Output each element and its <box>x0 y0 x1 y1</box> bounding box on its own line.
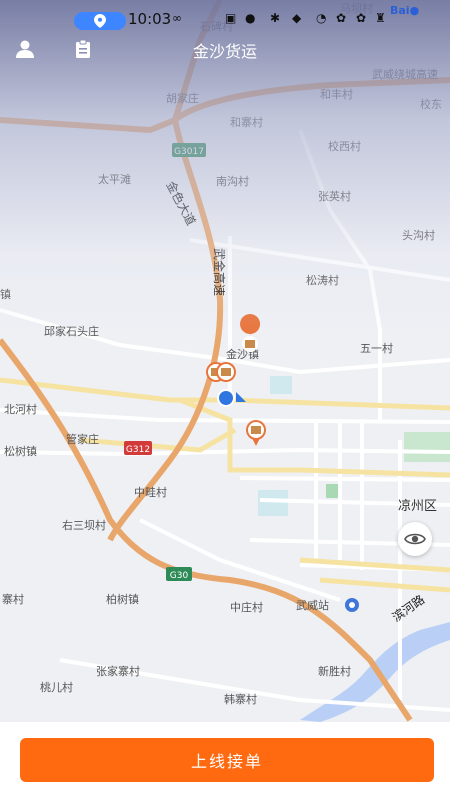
svg-text:头沟村: 头沟村 <box>402 228 435 242</box>
shield-g3017: G3017 <box>172 143 206 157</box>
svg-text:G3017: G3017 <box>174 147 204 157</box>
status-time: 10:03 <box>128 10 172 28</box>
cargo-marker-icon[interactable] <box>216 362 236 382</box>
app-icon: ● <box>245 11 256 25</box>
app-icon: ♜ <box>375 11 386 25</box>
page-title: 金沙货运 <box>192 42 257 61</box>
svg-text:桃儿村: 桃儿村 <box>40 680 73 694</box>
infinity-icon: ∞ <box>172 11 182 25</box>
svg-text:胡家庄: 胡家庄 <box>166 91 199 105</box>
svg-text:邱家石头庄: 邱家石头庄 <box>44 324 99 338</box>
svg-text:南沟村: 南沟村 <box>216 174 249 188</box>
svg-text:张家寨村: 张家寨村 <box>96 664 140 678</box>
svg-text:五一村: 五一村 <box>360 341 393 355</box>
svg-text:太平滩: 太平滩 <box>98 172 131 186</box>
baidu-logo-icon: Bai● <box>390 4 420 17</box>
alarm-icon: ◔ <box>316 11 327 25</box>
water-area <box>270 376 292 394</box>
svg-text:凉州区: 凉州区 <box>398 499 437 514</box>
svg-text:中畦村: 中畦村 <box>134 485 167 499</box>
svg-text:中庄村: 中庄村 <box>230 600 263 614</box>
locate-button[interactable] <box>398 522 432 556</box>
location-pin-icon <box>94 14 106 28</box>
road-label-wujin: 武金高速 <box>212 248 227 296</box>
bluetooth-icon: ✱ <box>270 11 281 25</box>
train-station-icon <box>345 598 359 612</box>
svg-text:柏树镇: 柏树镇 <box>106 592 139 606</box>
svg-text:张英村: 张英村 <box>318 189 351 203</box>
svg-text:新胜村: 新胜村 <box>318 664 351 678</box>
map-view[interactable]: G3017 G312 G30 金色大道 武金高速 滨河路 马坝村 石碑村 和丰村… <box>0 0 450 800</box>
status-bar: 10:03 ∞ ▣ ● ✱ ◆ ◔ ✿ ✿ ♜ Bai● <box>0 0 450 30</box>
paw-icon: ✿ <box>356 11 367 25</box>
svg-text:武威站: 武威站 <box>296 598 329 612</box>
svg-text:韩寨村: 韩寨村 <box>224 692 257 706</box>
svg-text:右三坝村: 右三坝村 <box>62 518 106 532</box>
go-online-button[interactable]: 上线接单 <box>20 738 434 782</box>
svg-text:校西村: 校西村 <box>328 139 361 153</box>
location-pill <box>74 12 126 30</box>
title-bar: 金沙货运 <box>0 30 450 66</box>
svg-text:校东: 校东 <box>420 97 442 111</box>
svg-text:G30: G30 <box>170 571 189 581</box>
park-area <box>404 432 450 462</box>
svg-text:寨村: 寨村 <box>2 592 24 606</box>
app-icon: ◆ <box>292 11 302 25</box>
svg-text:G312: G312 <box>126 445 150 455</box>
svg-text:和寨村: 和寨村 <box>230 115 263 129</box>
svg-text:北河村: 北河村 <box>4 402 37 416</box>
svg-text:和丰村: 和丰村 <box>320 87 353 101</box>
shield-g30: G30 <box>166 567 192 581</box>
svg-text:镇: 镇 <box>0 287 11 301</box>
svg-text:松树镇: 松树镇 <box>4 444 37 458</box>
grid-icon: ▣ <box>225 11 237 25</box>
svg-text:管家庄: 管家庄 <box>66 432 99 446</box>
shield-g312: G312 <box>124 441 152 455</box>
paw-icon: ✿ <box>336 11 347 25</box>
locate-eye-icon <box>404 533 426 545</box>
park-area <box>326 484 338 498</box>
svg-text:武威绕城高速: 武威绕城高速 <box>372 67 438 81</box>
water-area <box>258 490 288 516</box>
svg-text:松涛村: 松涛村 <box>306 273 339 287</box>
